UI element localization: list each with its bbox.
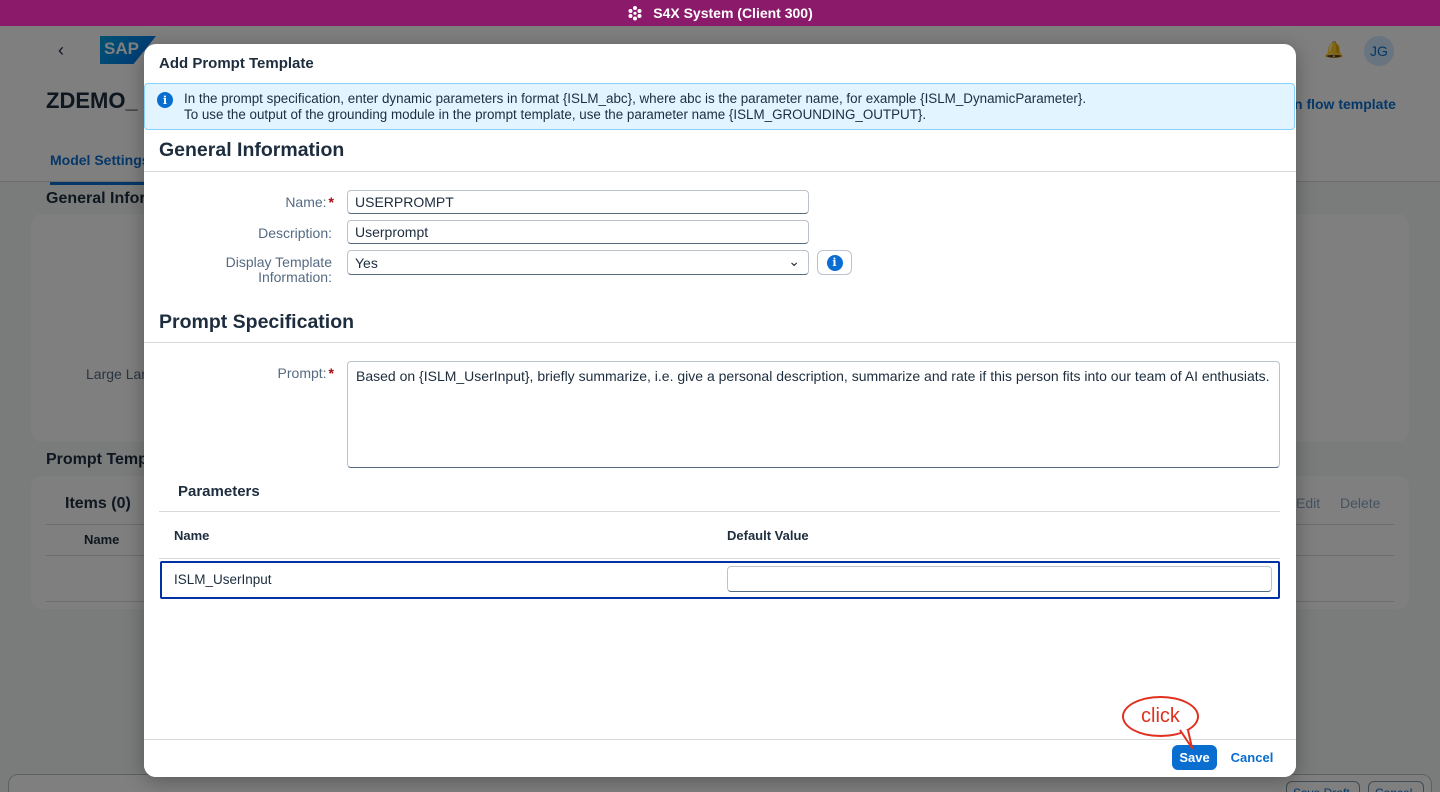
info-button[interactable]: i <box>817 250 852 275</box>
system-bar: S4X System (Client 300) <box>0 0 1440 26</box>
name-label: Name: * <box>285 194 334 210</box>
display-template-label: Display Template Information: <box>225 254 332 285</box>
info-icon: i <box>157 92 173 108</box>
cube-icon <box>628 6 642 21</box>
callout-pointer <box>1179 729 1193 749</box>
cancel-button[interactable]: Cancel <box>1227 745 1277 770</box>
add-prompt-template-dialog: Add Prompt Template i In the prompt spec… <box>144 44 1296 777</box>
column-header-name: Name <box>174 528 210 543</box>
info-icon: i <box>826 254 843 271</box>
prompt-textarea[interactable]: Based on {ISLM_UserInput}, briefly summa… <box>347 361 1280 468</box>
section-title-prompt: Prompt Specification <box>159 311 355 333</box>
chevron-down-icon: ⌄ <box>788 253 800 269</box>
divider <box>144 342 1296 343</box>
display-template-value: Yes <box>355 255 378 271</box>
dialog-footer <box>144 739 1296 777</box>
description-label: Description: <box>258 225 332 241</box>
prompt-label: Prompt: * <box>277 365 334 381</box>
dialog-title: Add Prompt Template <box>159 55 314 72</box>
parameter-name: ISLM_UserInput <box>174 572 272 587</box>
info-text-line1: In the prompt specification, enter dynam… <box>184 91 1087 106</box>
info-strip: i In the prompt specification, enter dyn… <box>144 83 1295 130</box>
display-template-select[interactable]: Yes ⌄ <box>347 250 809 275</box>
system-title: S4X System (Client 300) <box>653 5 813 21</box>
divider <box>144 171 1296 172</box>
section-title-general: General Information <box>159 139 345 161</box>
divider <box>159 558 1280 559</box>
column-header-default-value: Default Value <box>727 528 809 543</box>
divider <box>159 511 1280 512</box>
name-field[interactable] <box>347 190 809 214</box>
info-text-line2: To use the output of the grounding modul… <box>184 107 927 122</box>
parameters-title: Parameters <box>178 483 260 500</box>
default-value-input[interactable] <box>727 566 1272 592</box>
description-field[interactable] <box>347 220 809 244</box>
